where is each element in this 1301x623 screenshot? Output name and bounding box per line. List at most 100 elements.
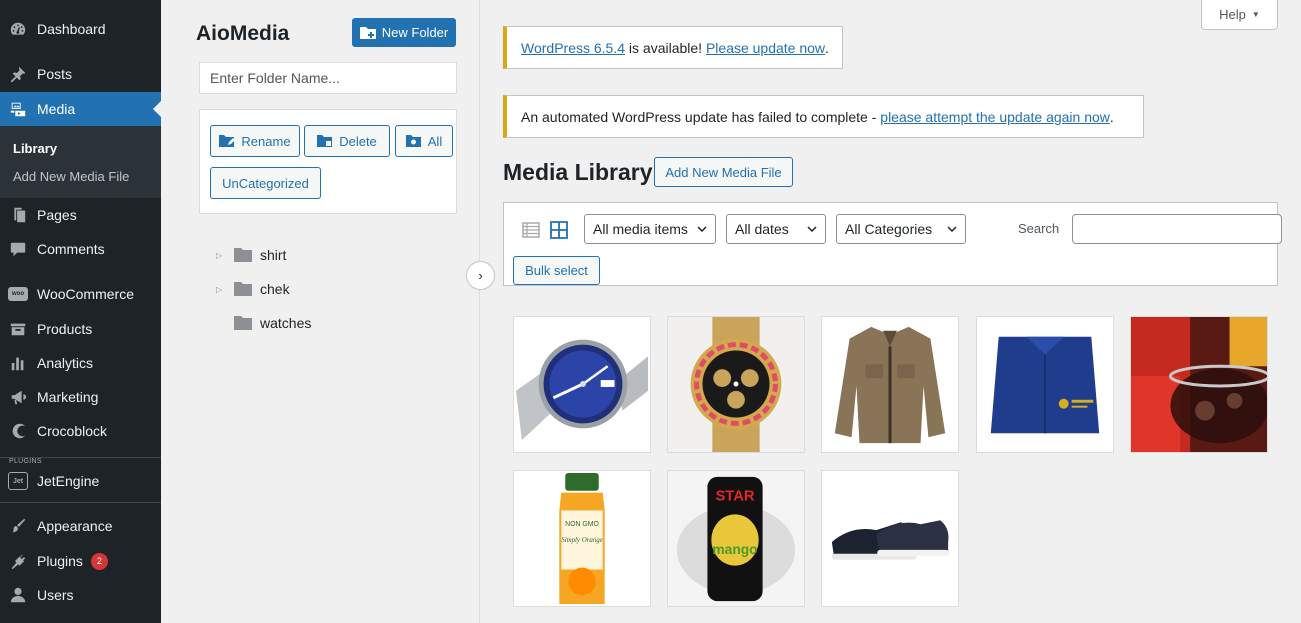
wordpress-version-link[interactable]: WordPress 6.5.4 — [521, 40, 625, 56]
grid-view-icon[interactable] — [549, 220, 569, 240]
submenu-item-add-new-media[interactable]: Add New Media File — [13, 169, 129, 184]
media-type-value: All media items — [593, 221, 688, 237]
sidebar-item-label: Crocoblock — [37, 423, 108, 439]
chevron-down-icon — [807, 224, 817, 234]
sidebar-item-comments[interactable]: Comments — [0, 232, 161, 266]
folder-icon — [234, 248, 252, 262]
folder-name: shirt — [260, 247, 287, 263]
sidebar-item-analytics[interactable]: Analytics — [0, 346, 161, 380]
pages-icon — [8, 205, 28, 225]
aiomedia-title: AioMedia — [196, 22, 290, 45]
dashboard-icon — [8, 19, 28, 39]
media-item-blue-shirt[interactable] — [976, 316, 1114, 453]
media-item-sneakers[interactable] — [821, 470, 959, 607]
new-folder-button[interactable]: New Folder — [352, 18, 456, 47]
sidebar-item-label: Posts — [37, 66, 73, 82]
all-button[interactable]: All — [395, 125, 453, 157]
sidebar-item-label: WooCommerce — [37, 286, 134, 302]
svg-text:STAR: STAR — [715, 489, 754, 505]
list-view-icon[interactable] — [521, 220, 541, 240]
sidebar-item-label: Appearance — [37, 518, 113, 534]
sidebar-item-appearance[interactable]: Appearance — [0, 509, 161, 543]
sidebar-item-products[interactable]: Products — [0, 312, 161, 346]
sidebar-item-plugins[interactable]: Plugins 2 — [0, 544, 161, 578]
folder-item-watches[interactable]: watches — [216, 311, 311, 335]
sidebar-item-posts[interactable]: Posts — [0, 57, 161, 91]
folder-name-input[interactable] — [199, 62, 457, 94]
search-input[interactable] — [1072, 214, 1282, 244]
sidebar-item-dashboard[interactable]: Dashboard — [0, 12, 161, 46]
add-new-media-button[interactable]: Add New Media File — [654, 157, 793, 187]
media-item-soda-drinks[interactable] — [1130, 316, 1268, 453]
media-item-gold-diamond-watch[interactable] — [667, 316, 805, 453]
media-type-filter[interactable]: All media items — [584, 214, 716, 244]
expand-caret-icon[interactable]: ▷ — [216, 285, 224, 294]
media-item-star-mango-can[interactable]: STAR mango — [667, 470, 805, 607]
new-folder-label: New Folder — [381, 25, 449, 40]
please-update-link[interactable]: Please update now — [706, 40, 825, 56]
can-thumbnail: STAR mango — [668, 471, 804, 606]
sidebar-item-pages[interactable]: Pages — [0, 198, 161, 232]
sidebar-item-crocoblock[interactable]: Crocoblock — [0, 414, 161, 448]
sidebar-item-label: Dashboard — [37, 21, 106, 37]
help-button[interactable]: Help ▼ — [1201, 0, 1278, 30]
folder-item-shirt[interactable]: ▷ shirt — [216, 243, 286, 267]
uncategorized-button[interactable]: UnCategorized — [210, 167, 321, 199]
drinks-thumbnail — [1131, 317, 1267, 452]
rename-label: Rename — [241, 133, 291, 149]
chevron-right-icon: › — [478, 268, 483, 283]
sidebar-item-label: Media — [37, 101, 76, 117]
collapse-panel-toggle[interactable]: › — [466, 261, 495, 290]
delete-button[interactable]: Delete — [304, 125, 390, 157]
folder-item-chek[interactable]: ▷ chek — [216, 277, 290, 301]
sidebar-item-label: JetEngine — [37, 473, 100, 489]
paintbrush-icon — [8, 516, 28, 536]
date-filter-value: All dates — [735, 221, 789, 237]
submenu-item-library[interactable]: Library — [13, 141, 57, 156]
rename-icon — [219, 135, 235, 147]
folder-actions-box: Rename Delete All UnCategorized — [199, 109, 457, 214]
svg-text:Simply Orange: Simply Orange — [561, 537, 602, 544]
media-item-blue-dial-watch[interactable] — [513, 316, 651, 453]
delete-folder-icon — [317, 135, 333, 147]
users-icon — [8, 585, 28, 605]
notice-text: An automated WordPress update has failed… — [521, 108, 881, 125]
megaphone-icon — [8, 387, 28, 407]
sidebar-item-media[interactable]: Media — [0, 92, 161, 126]
folder-icon — [234, 316, 252, 330]
woocommerce-icon: woo — [8, 284, 28, 304]
plugin-icon — [8, 551, 28, 571]
category-filter-value: All Categories — [845, 221, 933, 237]
sidebar-item-label: Products — [37, 321, 93, 337]
search-label: Search — [1018, 221, 1060, 236]
folder-name: watches — [260, 315, 312, 331]
media-icon — [8, 99, 28, 119]
sneakers-thumbnail — [822, 471, 958, 606]
sidebar-item-label: Marketing — [37, 389, 99, 405]
sidebar-item-label: Users — [37, 587, 74, 603]
plugin-updates-badge: 2 — [90, 552, 108, 570]
sidebar-item-label: Analytics — [37, 355, 94, 371]
date-filter[interactable]: All dates — [726, 214, 826, 244]
sidebar-item-marketing[interactable]: Marketing — [0, 380, 161, 414]
category-filter[interactable]: All Categories — [836, 214, 966, 244]
expand-caret-icon[interactable]: ▷ — [216, 251, 224, 260]
uncategorized-label: UnCategorized — [222, 175, 309, 191]
help-label: Help — [1219, 7, 1246, 22]
bulk-select-button[interactable]: Bulk select — [513, 256, 600, 285]
media-item-simply-orange-juice[interactable]: NON GMO Simply Orange — [513, 470, 651, 607]
sidebar-item-label: Pages — [37, 207, 77, 223]
sidebar-item-woocommerce[interactable]: woo WooCommerce — [0, 277, 161, 311]
admin-sidebar: Dashboard Posts Media Library Add New Me… — [0, 0, 161, 623]
watch-thumbnail — [668, 317, 804, 452]
rename-button[interactable]: Rename — [210, 125, 300, 157]
all-label: All — [427, 133, 443, 149]
sidebar-item-jetengine[interactable]: Jet JetEngine — [0, 464, 161, 498]
comments-icon — [8, 239, 28, 259]
juice-thumbnail: NON GMO Simply Orange — [514, 471, 650, 606]
chevron-down-icon — [697, 224, 707, 234]
new-folder-icon — [359, 26, 376, 39]
attempt-update-link[interactable]: please attempt the update again now — [880, 109, 1110, 125]
sidebar-item-users[interactable]: Users — [0, 578, 161, 612]
media-item-brown-jacket[interactable] — [821, 316, 959, 453]
